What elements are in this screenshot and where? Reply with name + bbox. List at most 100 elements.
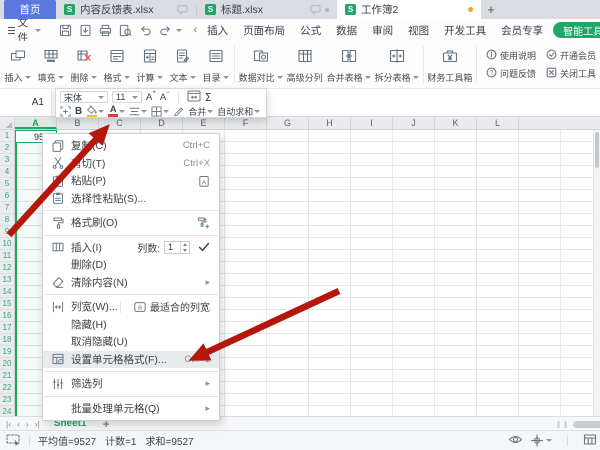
row-header-7[interactable]: 7 [0, 202, 14, 214]
help-link-使用说明[interactable]: 使用说明 [486, 49, 536, 62]
font-name-select[interactable]: 宋体 [60, 91, 108, 103]
menu-item-剪切T[interactable]: 剪切(T) Ctrl+X [43, 155, 219, 173]
ribbon-button-高级分列[interactable]: 高级分列 [285, 41, 325, 88]
spinner-up-icon[interactable] [183, 243, 187, 246]
row-header-17[interactable]: 17 [0, 322, 14, 334]
column-header-L[interactable]: L [477, 117, 519, 129]
row-header-23[interactable]: 23 [0, 394, 14, 406]
vertical-scrollbar-thumb[interactable] [595, 132, 599, 168]
row-header-14[interactable]: 14 [0, 286, 14, 298]
column-header-H[interactable]: H [309, 117, 351, 129]
row-header-2[interactable]: 2 [0, 142, 14, 154]
ribbon-button-拆分表格[interactable]: 拆分表格 [373, 41, 421, 88]
ribbon-tab-数据[interactable]: 数据 [336, 23, 357, 38]
menu-item-隐藏H[interactable]: 隐藏(H) [43, 316, 219, 334]
format-painter-plus-icon[interactable] [197, 217, 210, 229]
file-tab[interactable]: S 标题.xlsx [197, 0, 337, 19]
ribbon-tab-审阅[interactable]: 审阅 [372, 23, 393, 38]
pan-mode-icon[interactable] [530, 434, 552, 447]
row-header-9[interactable]: 9 [0, 226, 14, 238]
merge-dropdown[interactable]: 合并 [188, 105, 214, 118]
preview-icon[interactable] [119, 24, 132, 37]
undo-icon[interactable] [139, 24, 152, 37]
horizontal-scrollbar-thumb[interactable] [573, 420, 600, 428]
font-color-button[interactable]: A [108, 105, 126, 117]
row-header-16[interactable]: 16 [0, 310, 14, 322]
row-header-1[interactable]: 1 [0, 130, 14, 142]
bold-button[interactable]: B [75, 106, 82, 117]
file-menu[interactable]: 文件 [0, 19, 47, 41]
ribbon-button-插入[interactable]: 插入 [1, 41, 34, 88]
font-size-select[interactable]: 11 [112, 91, 142, 103]
name-box[interactable]: A1 [0, 89, 52, 116]
file-tab[interactable]: S 工作簿2 [337, 0, 481, 19]
spinner-down-icon[interactable] [183, 248, 187, 252]
file-tab[interactable]: S 内容反馈表.xlsx [56, 0, 196, 19]
new-tab-button[interactable]: + [481, 0, 501, 19]
column-header-G[interactable]: G [267, 117, 309, 129]
menu-item-列宽W[interactable]: 列宽(W)... a 最适合的列宽 [43, 298, 219, 316]
smart-toolbox-tab[interactable]: 智能工具箱 [553, 22, 600, 38]
borders-button[interactable] [151, 105, 170, 117]
ribbon-tab-视图[interactable]: 视图 [408, 23, 429, 38]
spinner-arrows[interactable] [180, 241, 189, 253]
menu-item-粘贴P[interactable]: 粘贴(P) A [43, 172, 219, 190]
align-button[interactable] [129, 107, 148, 116]
row-header-21[interactable]: 21 [0, 370, 14, 382]
column-count-spinner[interactable]: 1 [164, 240, 190, 254]
ribbon-button-填充[interactable]: 填充 [34, 41, 67, 88]
row-header-19[interactable]: 19 [0, 346, 14, 358]
tab-overflow-left-icon[interactable]: ‹ [194, 24, 198, 36]
ribbon-button-删除[interactable]: 删除 [67, 41, 100, 88]
column-header-A[interactable]: A [15, 117, 57, 129]
ribbon-button-目录[interactable]: 目录 [199, 41, 232, 88]
menu-item-格式刷O[interactable]: 格式刷(O) [43, 214, 219, 232]
ribbon-tab-开发工具[interactable]: 开发工具 [444, 23, 486, 38]
row-header-4[interactable]: 4 [0, 166, 14, 178]
quick-access-more-icon[interactable] [175, 28, 182, 32]
paste-values-icon[interactable]: A [198, 175, 210, 187]
sheet-nav-icon[interactable]: ‹ [17, 419, 20, 429]
help-link-关闭工具[interactable]: 关闭工具 [546, 67, 596, 80]
menu-item-选择性粘贴S[interactable]: 选择性粘贴(S)... [43, 190, 219, 208]
merge-center-icon[interactable] [187, 90, 201, 104]
row-header-24[interactable]: 24 [0, 406, 14, 416]
menu-item-设置单元格格式F[interactable]: 设置单元格格式(F)... Ctrl+1 [43, 350, 219, 368]
menu-item-取消隐藏U[interactable]: 取消隐藏(U) [43, 333, 219, 351]
menu-item-批量处理单元格Q[interactable]: 批量处理单元格(Q) ▸ [43, 400, 219, 418]
ribbon-button-财务工具箱[interactable]: 财务工具箱 [425, 41, 474, 88]
row-header-5[interactable]: 5 [0, 178, 14, 190]
redo-icon[interactable] [159, 24, 172, 37]
save-icon[interactable] [59, 24, 72, 37]
ribbon-tab-页面布局[interactable]: 页面布局 [243, 23, 285, 38]
ribbon-tab-会员专享[interactable]: 会员专享 [501, 23, 543, 38]
print-icon[interactable] [99, 24, 112, 37]
column-header-B[interactable]: B [57, 117, 99, 129]
column-header-C[interactable]: C [99, 117, 141, 129]
autosum-dropdown[interactable]: 自动求和 [217, 105, 261, 118]
menu-item-筛选列[interactable]: 筛选列 ▸ [43, 375, 219, 393]
menu-item-删除D[interactable]: 删除(D) [43, 256, 219, 274]
row-header-11[interactable]: 11 [0, 250, 14, 262]
column-header-D[interactable]: D [141, 117, 183, 129]
fill-color-button[interactable] [86, 105, 105, 118]
autofit-icon[interactable]: a [134, 301, 146, 313]
menu-item-清除内容N[interactable]: 清除内容(N) ▸ [43, 274, 219, 292]
row-header-3[interactable]: 3 [0, 154, 14, 166]
autosum-icon[interactable]: Σ [205, 91, 212, 104]
style-brush-icon[interactable] [173, 106, 184, 117]
ribbon-button-合并表格[interactable]: 合并表格 [325, 41, 373, 88]
ribbon-tab-公式[interactable]: 公式 [300, 23, 321, 38]
ribbon-button-数据对比[interactable]: 数据对比 [237, 41, 285, 88]
menu-item-插入I[interactable]: 插入(I) 列数: 1 [43, 239, 219, 257]
column-header-I[interactable]: I [351, 117, 393, 129]
column-header-J[interactable]: J [393, 117, 435, 129]
row-header-8[interactable]: 8 [0, 214, 14, 226]
normal-view-icon[interactable] [583, 433, 597, 449]
selection-icon[interactable] [60, 105, 71, 117]
ribbon-button-文本[interactable]: 文本 [166, 41, 199, 88]
column-header-F[interactable]: F [225, 117, 267, 129]
column-header-E[interactable]: E [183, 117, 225, 129]
help-link-开通会员[interactable]: 开通会员 [546, 49, 596, 62]
sheet-nav-icon[interactable]: ›| [35, 419, 40, 429]
